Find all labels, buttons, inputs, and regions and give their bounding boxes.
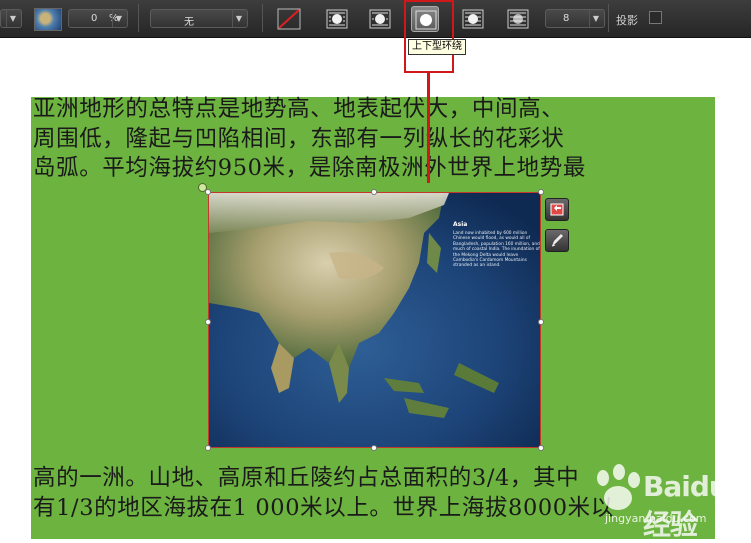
replace-image-button[interactable] [545,198,569,221]
resize-handle-top[interactable] [371,189,377,195]
resize-handle-top-right[interactable] [538,189,544,195]
baidu-watermark: Baidu经验 jingyan.baidu.com [585,462,745,541]
square-wrap-button[interactable] [323,6,351,32]
annotation-pointer-line [427,73,430,183]
map-caption-title: Asia [453,221,468,228]
wrap-mode-select[interactable]: 无 ▼ [150,9,248,28]
resize-handle-bottom[interactable] [371,445,377,451]
replace-image-icon [550,203,564,216]
chevron-down-icon: ▼ [112,10,125,27]
wrap-distance-value: 8 [563,13,570,24]
through-wrap-icon [462,9,484,29]
shadow-label: 投影 [616,14,638,27]
divider [262,4,263,32]
edit-image-button[interactable] [545,229,569,252]
leading-field[interactable]: ▼ [0,9,22,28]
through-wrap-button[interactable] [459,6,487,32]
opacity-field[interactable]: 0 % ▼ [68,9,128,28]
chevron-down-icon: ▼ [232,10,245,27]
square-wrap-icon [326,9,348,29]
image-toolbar: ▼ 0 % ▼ 无 ▼ 8 ▼ 投影 [0,0,751,38]
resize-handle-top-left[interactable] [205,189,211,195]
resize-handle-bottom-right[interactable] [538,445,544,451]
chevron-down-icon: ▼ [6,10,19,27]
divider [138,4,139,32]
wrap-distance-field[interactable]: 8 ▼ [545,9,605,28]
divider [608,4,609,32]
behind-wrap-button[interactable] [504,6,532,32]
text-line: 周围低，隆起与凹陷相间，东部有一列纵长的花彩状 [33,125,565,152]
chevron-down-icon: ▼ [589,10,602,27]
tight-wrap-button[interactable] [366,6,394,32]
shadow-checkbox[interactable] [649,11,662,24]
map-caption-text: Land now inhabited by 600 million Chines… [453,231,540,269]
paragraph-top[interactable]: 亚洲地形的总特点是地势高、地表起伏大，中间高、 周围低，隆起与凹陷相间，东部有一… [33,95,723,184]
pen-icon [551,234,563,247]
tooltip: 上下型环绕 [408,39,466,55]
baidu-paw-icon [597,464,640,510]
tight-wrap-icon [369,9,391,29]
opacity-value: 0 [91,13,98,24]
annotation-highlight-box [404,0,454,73]
watermark-site: jingyan.baidu.com [605,512,707,525]
wrap-mode-value: 无 [184,17,194,28]
resize-handle-left[interactable] [205,319,211,325]
text-line: 岛弧。平均海拔约950米，是除南极洲外世界上地势最 [33,155,586,181]
resize-handle-right[interactable] [538,319,544,325]
map-image[interactable]: Asia Land now inhabited by 600 million C… [208,192,541,448]
no-wrap-icon [277,8,301,30]
text-line: 亚洲地形的总特点是地势高、地表起伏大，中间高、 [33,96,565,122]
watermark-brand: Baidu经验 [643,470,729,541]
resize-handle-bottom-left[interactable] [205,445,211,451]
image-thumbnail-icon[interactable] [34,8,62,31]
no-wrap-button[interactable] [276,7,302,31]
behind-wrap-icon [507,9,529,29]
